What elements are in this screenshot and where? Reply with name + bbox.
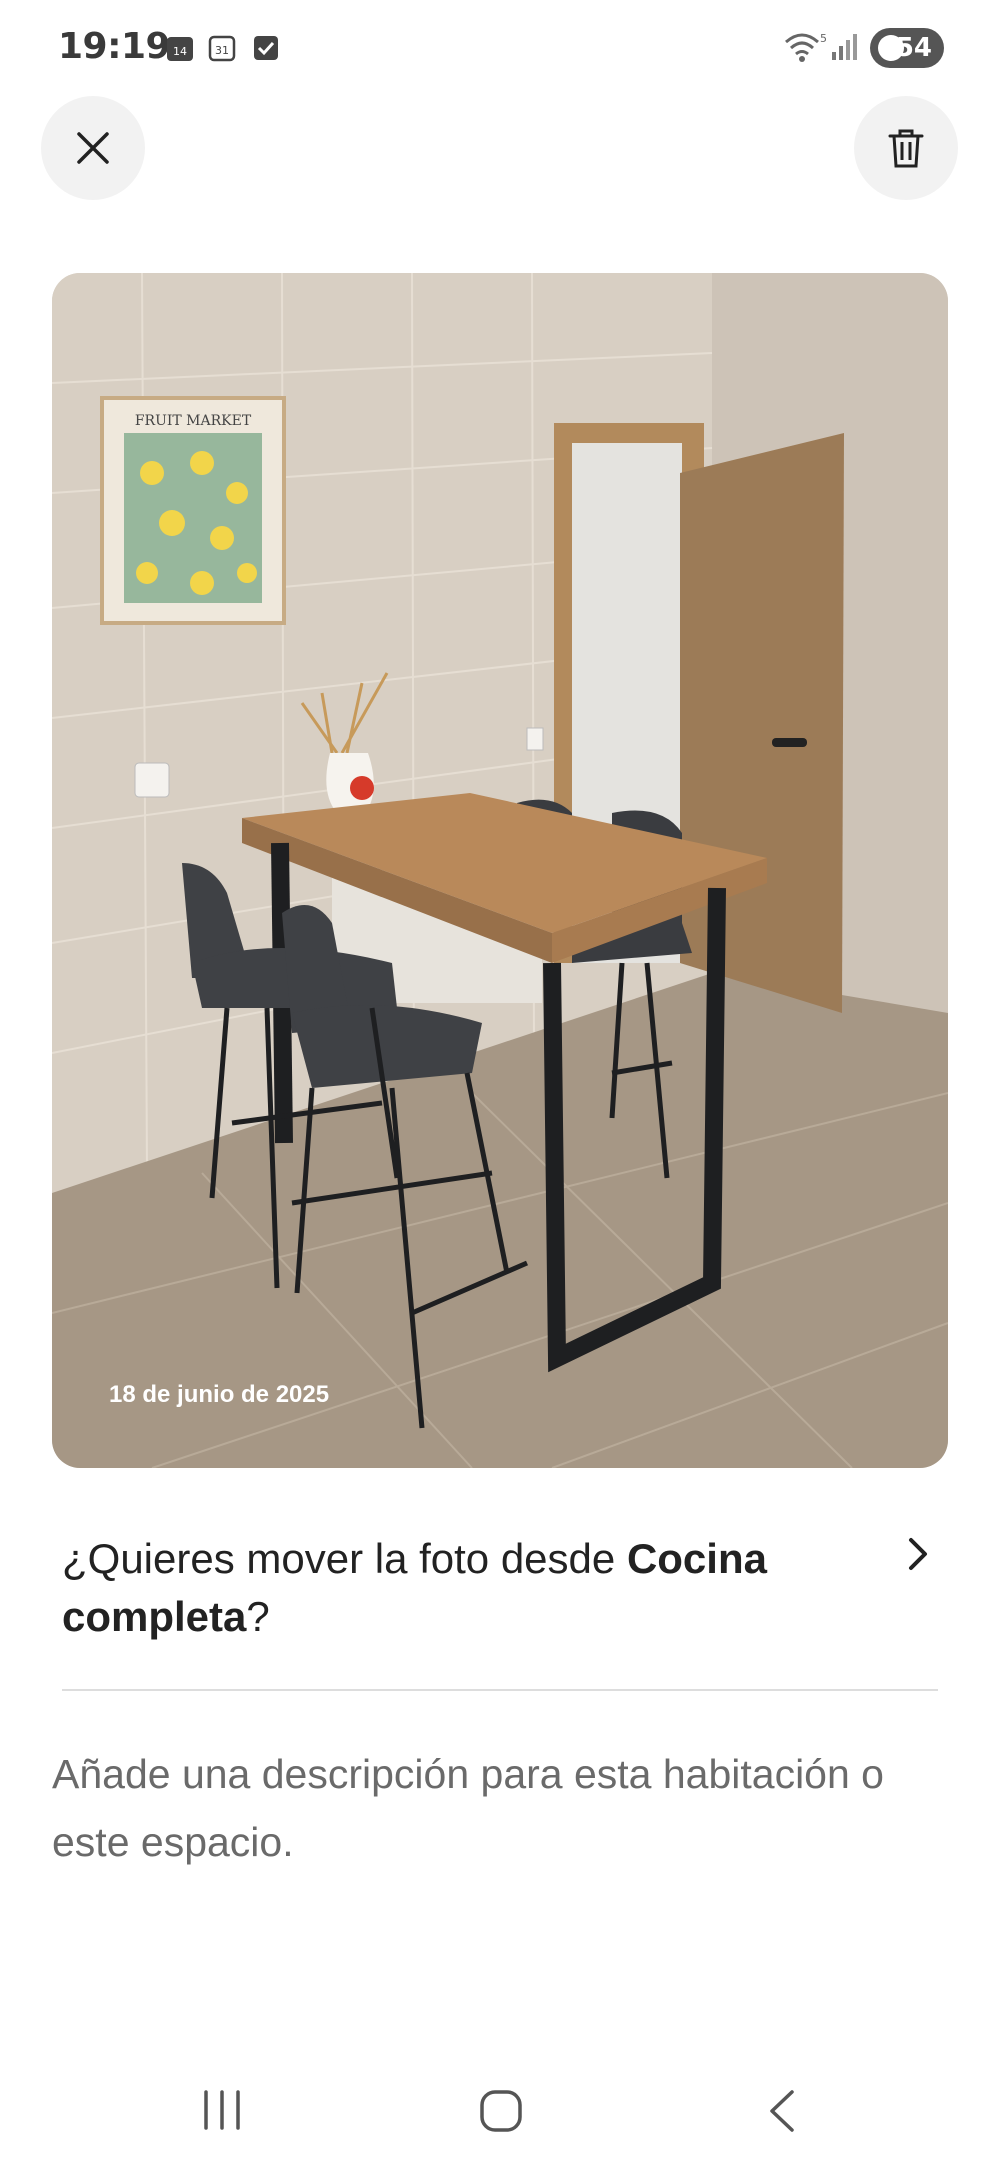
- signal-icon: [832, 34, 857, 60]
- svg-text:5: 5: [820, 32, 826, 45]
- checkbox-icon: [254, 36, 278, 60]
- description-field[interactable]: Añade una descripción para esta habitaci…: [52, 1740, 962, 1876]
- calendar-14-label: 14: [173, 45, 187, 58]
- room-photo[interactable]: FRUIT MARKET 18 de junio de 2025: [52, 273, 948, 1468]
- battery-saver-icon: [878, 35, 904, 61]
- poster-title: FRUIT MARKET: [135, 413, 252, 429]
- wifi-icon: 5: [785, 32, 826, 62]
- kitchen-photo-image: FRUIT MARKET: [52, 273, 948, 1468]
- move-photo-row[interactable]: ¿Quieres mover la foto desde Cocina comp…: [62, 1530, 942, 1646]
- move-photo-text: ¿Quieres mover la foto desde Cocina comp…: [62, 1530, 862, 1646]
- photo-date: 18 de junio de 2025: [109, 1381, 330, 1408]
- status-time: 19:19: [58, 26, 171, 67]
- close-button[interactable]: [41, 96, 145, 200]
- system-nav-bar: [0, 2060, 1000, 2167]
- back-icon[interactable]: [764, 2088, 800, 2134]
- chevron-right-icon[interactable]: [900, 1536, 936, 1572]
- calendar-14-icon: 14: [167, 37, 193, 61]
- close-icon: [77, 132, 109, 164]
- calendar-31-label: 31: [215, 44, 229, 57]
- calendar-31-icon: 31: [208, 35, 236, 62]
- status-bar: 19:19 14 31 5 54: [0, 0, 1000, 96]
- battery-indicator: 54: [870, 28, 944, 68]
- home-icon[interactable]: [478, 2088, 524, 2134]
- divider: [62, 1689, 938, 1691]
- delete-button[interactable]: [854, 96, 958, 200]
- recent-apps-icon[interactable]: [200, 2088, 244, 2132]
- move-prefix: ¿Quieres mover la foto desde: [62, 1535, 627, 1582]
- trash-icon: [888, 129, 924, 168]
- move-suffix: ?: [246, 1593, 270, 1640]
